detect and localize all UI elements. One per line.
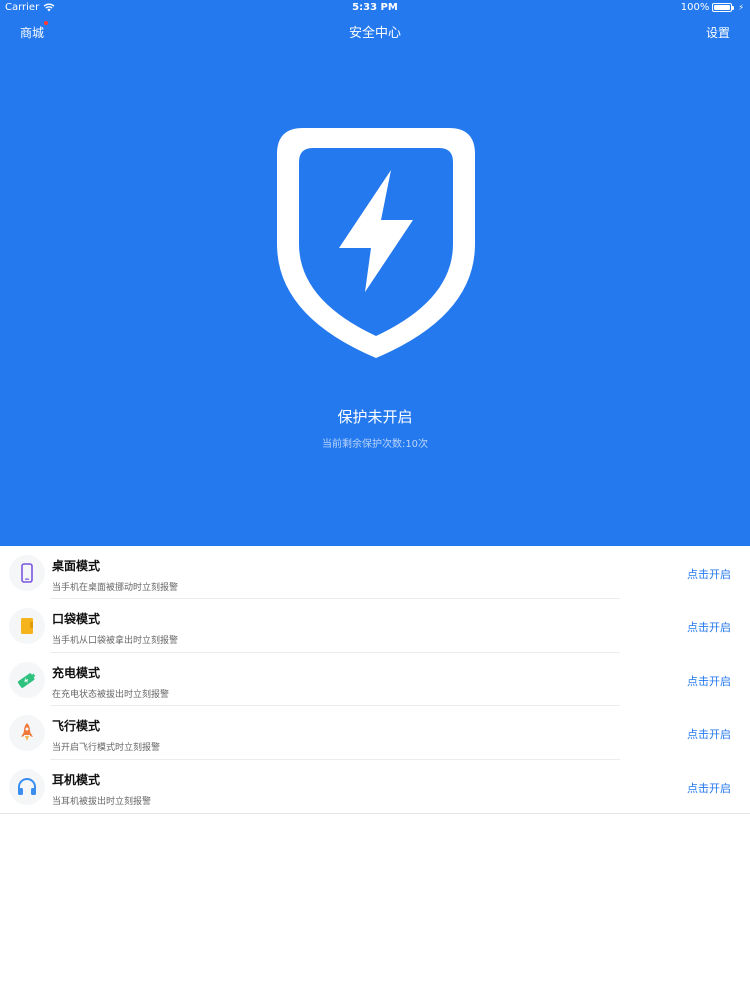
- status-right: 100% ⚡: [681, 2, 744, 13]
- hero-panel: Carrier 5:33 PM 100% ⚡ 商城 安全中心 设置 保护未开启 …: [0, 0, 750, 546]
- status-time: 5:33 PM: [352, 2, 398, 13]
- shield-icon: [277, 128, 475, 358]
- status-bar: Carrier 5:33 PM 100% ⚡: [0, 0, 750, 16]
- mode-title: 充电模式: [52, 665, 101, 680]
- mode-title: 耳机模式: [52, 772, 101, 787]
- mode-description: 当开启飞行模式时立刻报警: [52, 743, 161, 754]
- protection-remaining: 当前剩余保护次数:10次: [321, 439, 429, 450]
- protection-status: 保护未开启: [337, 408, 413, 426]
- pocket-icon: [9, 608, 45, 645]
- page-title: 安全中心: [348, 26, 401, 41]
- mode-description: 当手机在桌面被挪动时立刻报警: [52, 583, 179, 593]
- list-item-charging-mode[interactable]: 充电模式 在充电状态被拔出时立刻报警 点击开启: [0, 653, 750, 707]
- airplane-icon: [9, 715, 45, 752]
- list-item-pocket-mode[interactable]: 口袋模式 当手机从口袋被拿出时立刻报警 点击开启: [0, 599, 750, 654]
- list-item-headphone-mode[interactable]: 耳机模式 当耳机被拔出时立刻报警 点击开启: [0, 760, 750, 813]
- mode-description: 在充电状态被拔出时立刻报警: [52, 689, 170, 700]
- mode-description: 当手机从口袋被拿出时立刻报警: [52, 636, 179, 647]
- nav-bar: 商城 安全中心 设置: [0, 20, 750, 44]
- mode-title: 桌面模式: [52, 559, 101, 573]
- mode-list: 桌面模式 当手机在桌面被挪动时立刻报警 点击开启 口袋模式 当手机从口袋被拿出时…: [0, 546, 750, 814]
- enable-button[interactable]: 点击开启: [687, 780, 731, 796]
- enable-button[interactable]: 点击开启: [687, 673, 731, 689]
- battery-icon: [712, 3, 735, 12]
- list-item-desktop-mode[interactable]: 桌面模式 当手机在桌面被挪动时立刻报警 点击开启: [0, 546, 750, 600]
- mode-title: 口袋模式: [52, 612, 101, 627]
- enable-button[interactable]: 点击开启: [687, 726, 731, 742]
- enable-button[interactable]: 点击开启: [687, 566, 731, 582]
- enable-button[interactable]: 点击开启: [687, 619, 731, 635]
- mode-description: 当耳机被拔出时立刻报警: [52, 796, 152, 807]
- list-item-airplane-mode[interactable]: 飞行模式 当开启飞行模式时立刻报警 点击开启: [0, 706, 750, 760]
- settings-button[interactable]: 设置: [706, 24, 730, 41]
- headphones-icon: [9, 768, 45, 805]
- phone-icon: [9, 555, 45, 591]
- charging-bolt-icon: ⚡: [738, 3, 744, 12]
- charging-icon: [9, 661, 45, 698]
- battery-percent: 100%: [680, 2, 710, 13]
- mode-title: 飞行模式: [52, 719, 101, 734]
